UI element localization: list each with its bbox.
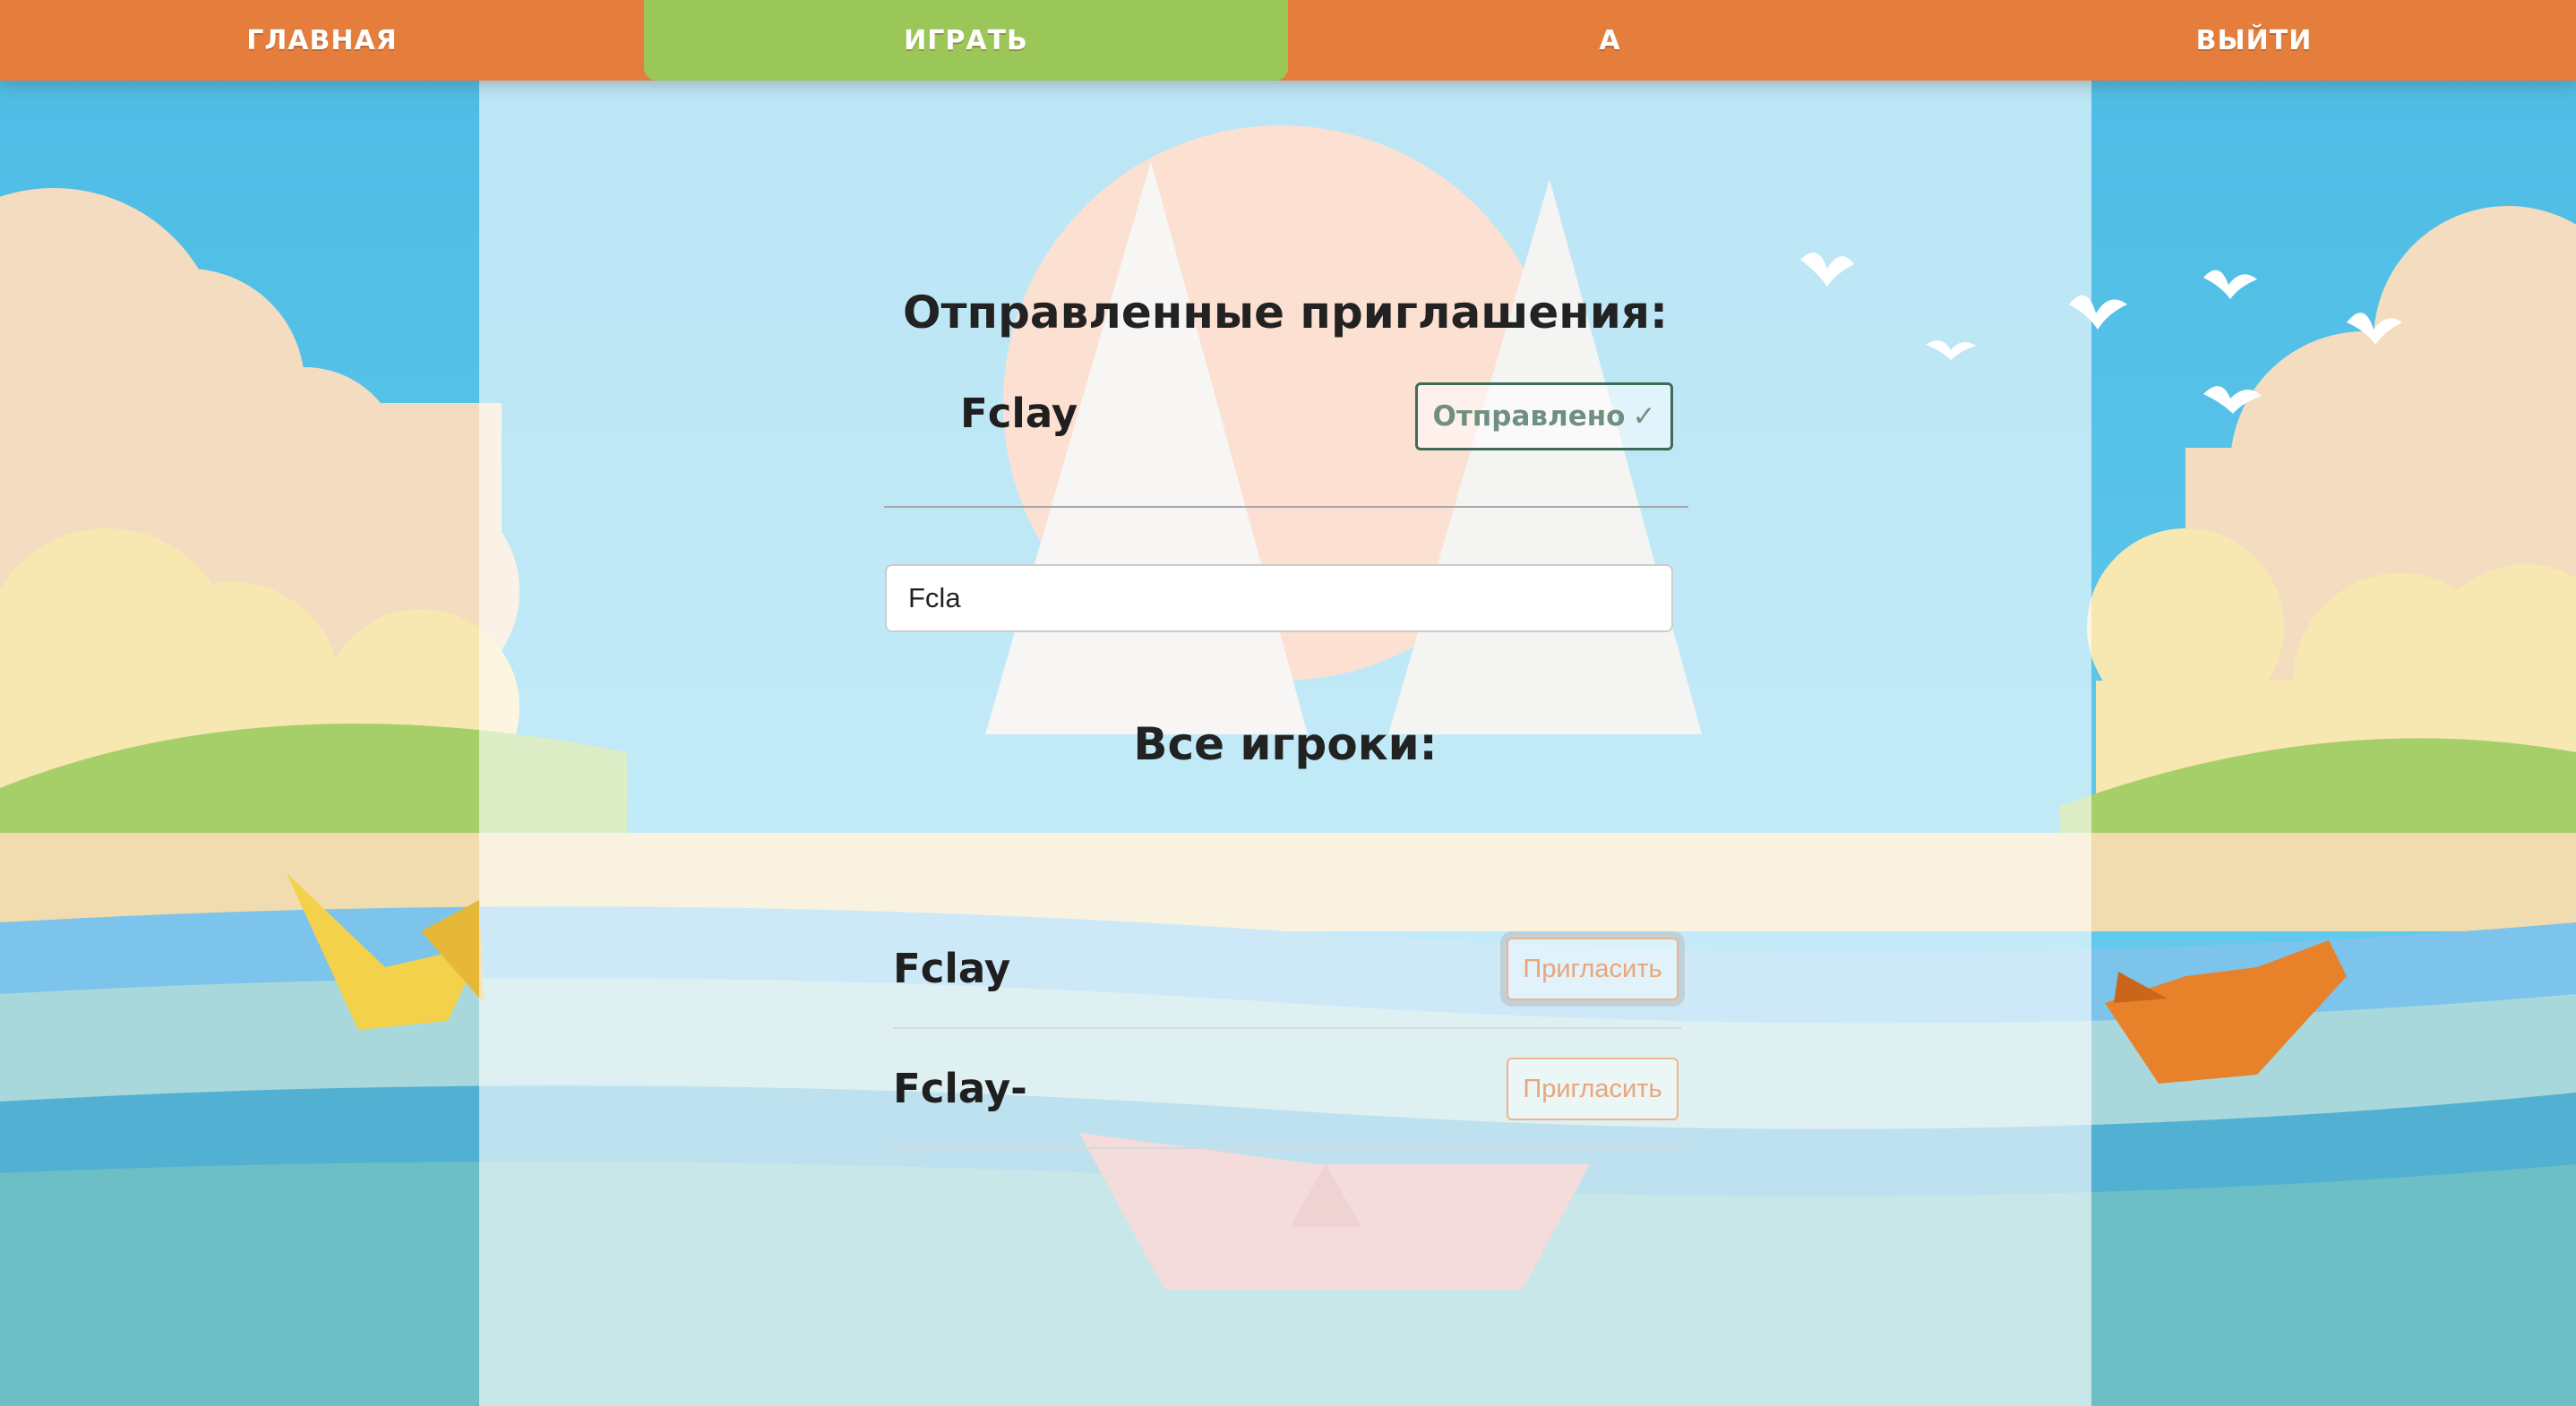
nav-logout[interactable]: ВЫЙТИ (1932, 0, 2576, 81)
sent-invitation-player-name: Fclay (960, 390, 1078, 437)
section-divider (884, 506, 1688, 508)
player-name: Fclay- (893, 1065, 1027, 1112)
sent-invitations-title: Отправленные приглашения: (903, 287, 1668, 339)
invitation-sent-label: Отправлено (1432, 400, 1626, 433)
player-search-input[interactable] (885, 564, 1673, 632)
player-name: Fclay (893, 945, 1011, 992)
top-navigation: ГЛАВНАЯ ИГРАТЬ А ВЫЙТИ (0, 0, 2576, 81)
nav-play[interactable]: ИГРАТЬ (644, 0, 1288, 81)
invite-button[interactable]: Пригласить (1507, 938, 1679, 1000)
invite-button[interactable]: Пригласить (1507, 1058, 1679, 1120)
player-row: Fclay- Пригласить (893, 1029, 1681, 1149)
checkmark-icon: ✓ (1632, 400, 1656, 433)
nav-profile[interactable]: А (1288, 0, 1932, 81)
invitation-sent-button[interactable]: Отправлено ✓ (1415, 382, 1673, 450)
nav-home[interactable]: ГЛАВНАЯ (0, 0, 644, 81)
player-row: Fclay Пригласить (893, 909, 1681, 1029)
all-players-title: Все игроки: (1133, 718, 1438, 770)
invitations-panel: Отправленные приглашения: Fclay Отправле… (479, 81, 2091, 1406)
